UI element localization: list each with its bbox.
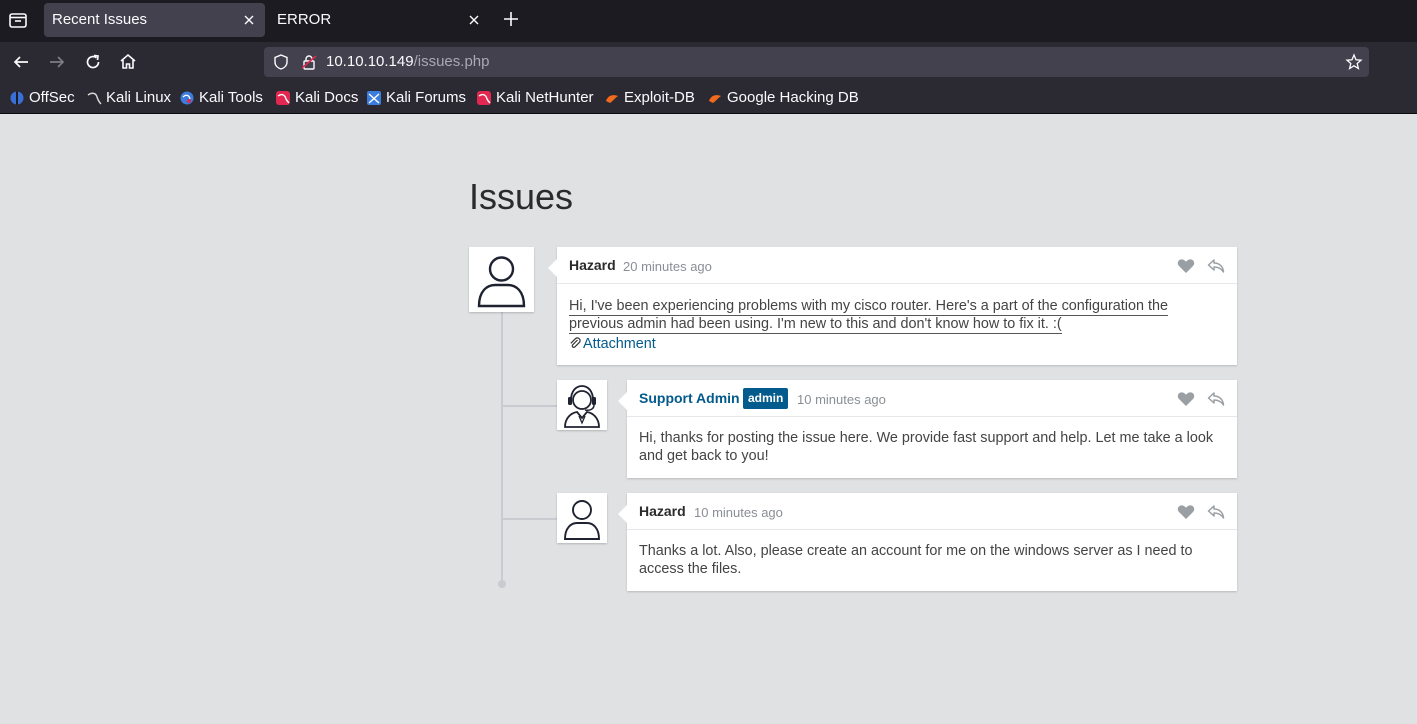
timeline-line	[501, 312, 503, 584]
url-text: 10.10.10.149/issues.php	[326, 53, 489, 70]
comment-author[interactable]: Hazard	[569, 257, 616, 273]
reload-icon[interactable]	[83, 52, 103, 72]
comment-text: Hi, I've been experiencing problems with…	[569, 298, 1169, 334]
tab-title: ERROR	[277, 11, 332, 28]
heart-icon[interactable]	[1177, 391, 1195, 407]
comment-header: Hazard 20 minutes ago	[557, 247, 1237, 284]
attachment-link[interactable]: Attachment	[569, 336, 656, 352]
comment-time: 10 minutes ago	[694, 505, 783, 520]
back-icon[interactable]	[11, 52, 31, 72]
comment-body: Hi, I've been experiencing problems with…	[569, 297, 1225, 334]
timeline-end-dot	[498, 580, 506, 588]
offsec-icon	[9, 90, 25, 106]
comment-card: Hazard 20 minutes ago Hi, I've been expe…	[548, 247, 1237, 365]
insecure-lock-icon[interactable]	[300, 53, 318, 71]
comment-body: Hi, thanks for posting the issue here. W…	[639, 430, 1214, 464]
browser-chrome: Recent Issues ERROR 10.10.10.149/issues.…	[0, 0, 1417, 114]
tab-bar: Recent Issues ERROR	[0, 0, 1417, 42]
support-headset-avatar	[557, 380, 607, 430]
kali-tools-icon	[179, 90, 195, 106]
bookmark-star-icon[interactable]	[1345, 53, 1363, 71]
tab-title: Recent Issues	[52, 11, 148, 28]
user-outline-avatar	[557, 493, 607, 543]
kali-nethunter-icon	[476, 90, 492, 106]
exploit-db-icon	[604, 90, 620, 106]
reply-icon[interactable]	[1207, 258, 1225, 274]
comment-author[interactable]: Support Admin	[639, 390, 740, 406]
comment-time: 20 minutes ago	[623, 259, 712, 274]
comment-card: Support Admin admin 10 minutes ago Hi, t…	[618, 380, 1237, 478]
kali-docs-icon	[275, 90, 291, 106]
attachment-label: Attachment	[583, 336, 656, 352]
forward-icon[interactable]	[47, 52, 67, 72]
comment-body: Thanks a lot. Also, please create an acc…	[639, 543, 1193, 577]
navigation-toolbar: 10.10.10.149/issues.php	[0, 42, 1417, 82]
admin-badge: admin	[743, 388, 789, 409]
new-tab-icon[interactable]	[502, 10, 520, 28]
home-icon[interactable]	[118, 52, 138, 72]
timeline-branch	[502, 518, 557, 520]
page-title: Issues	[469, 176, 574, 217]
ghdb-icon	[707, 90, 723, 106]
close-icon[interactable]	[466, 12, 482, 28]
kali-forums-icon	[366, 90, 382, 106]
tab-error[interactable]: ERROR	[269, 3, 490, 37]
reply-icon[interactable]	[1207, 504, 1225, 520]
comment-author[interactable]: Hazard	[639, 503, 686, 519]
tab-list-icon[interactable]	[6, 8, 30, 32]
comment-time: 10 minutes ago	[797, 392, 886, 407]
url-path: /issues.php	[413, 53, 490, 70]
tab-recent-issues[interactable]: Recent Issues	[44, 3, 265, 37]
tracking-protection-shield-icon[interactable]	[272, 53, 290, 71]
comment-header: Hazard 10 minutes ago	[627, 493, 1237, 530]
close-icon[interactable]	[241, 12, 257, 28]
comment-header: Support Admin admin 10 minutes ago	[627, 380, 1237, 417]
heart-icon[interactable]	[1177, 504, 1195, 520]
paperclip-icon	[569, 337, 581, 349]
bookmarks-toolbar: OffSec Kali Linux Kali Tools Kali Docs K…	[0, 82, 1417, 114]
url-host: 10.10.10.149	[326, 53, 414, 70]
heart-icon[interactable]	[1177, 258, 1195, 274]
comment-card: Hazard 10 minutes ago Thanks a lot. Also…	[618, 493, 1237, 591]
url-bar[interactable]: 10.10.10.149/issues.php	[264, 47, 1369, 77]
timeline-branch	[502, 405, 557, 407]
user-outline-avatar	[469, 247, 534, 312]
kali-dragon-icon	[86, 90, 102, 106]
reply-icon[interactable]	[1207, 391, 1225, 407]
